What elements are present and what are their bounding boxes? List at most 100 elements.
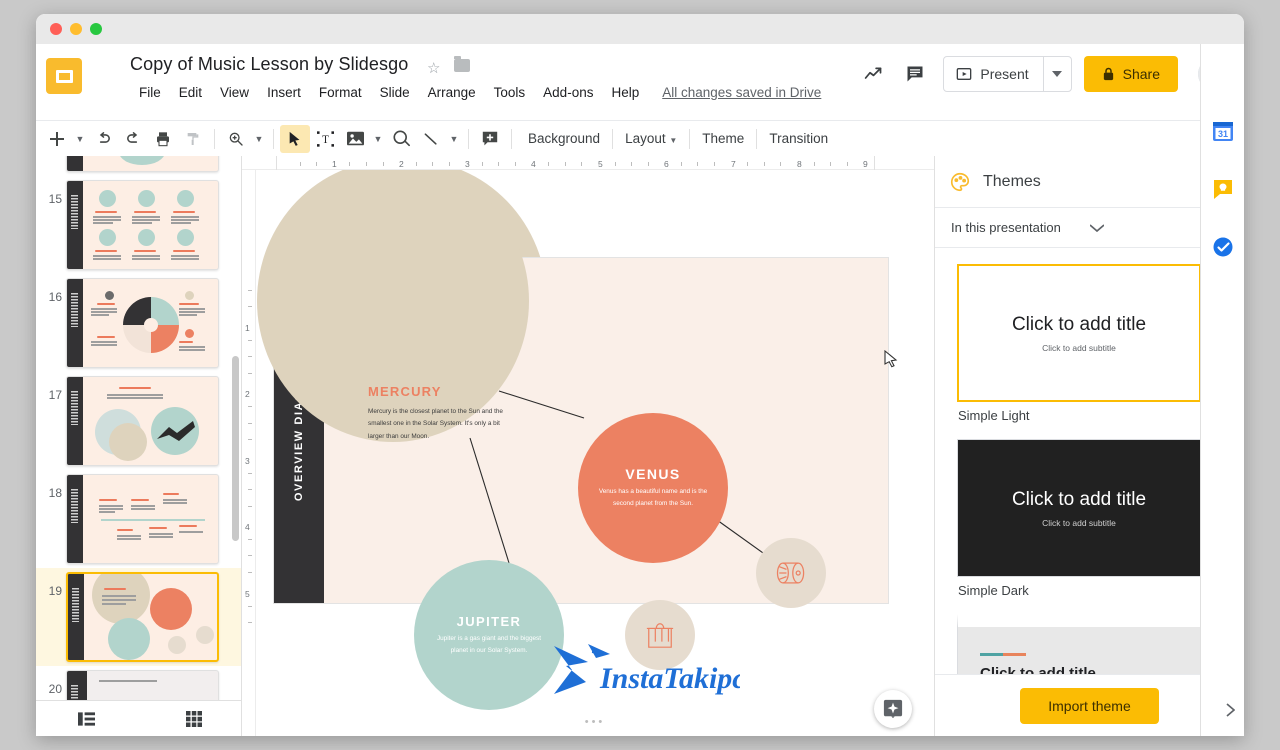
undo-button[interactable] — [88, 125, 118, 153]
slide-thumbnail[interactable] — [66, 156, 219, 172]
filmstrip-view-icon[interactable] — [66, 705, 106, 733]
new-slide-caret-icon[interactable]: ▼ — [72, 125, 88, 153]
slide-editing-surface[interactable]: OVERVIEW DIAGRAM MERCURY Mercury is the … — [256, 170, 934, 736]
image-caret-icon[interactable]: ▼ — [370, 125, 386, 153]
share-button[interactable]: Share — [1083, 56, 1178, 92]
background-button[interactable]: Background — [518, 127, 610, 150]
list-item-selected[interactable]: 19 — [36, 568, 241, 666]
current-slide[interactable]: OVERVIEW DIAGRAM MERCURY Mercury is the … — [257, 170, 888, 710]
slide-number: 16 — [48, 290, 62, 304]
menu-slide[interactable]: Slide — [371, 82, 419, 103]
theme-button[interactable]: Theme — [692, 127, 754, 150]
new-slide-button[interactable] — [42, 125, 72, 153]
menu-format[interactable]: Format — [310, 82, 371, 103]
menu-edit[interactable]: Edit — [170, 82, 211, 103]
paint-format-button[interactable] — [178, 125, 208, 153]
print-button[interactable] — [148, 125, 178, 153]
google-slides-logo — [46, 58, 82, 94]
menu-tools[interactable]: Tools — [485, 82, 535, 103]
window-maximize-button[interactable] — [90, 23, 102, 35]
menu-help[interactable]: Help — [602, 82, 648, 103]
list-item[interactable]: 18 — [36, 470, 241, 568]
theme-card-simple-light[interactable]: Click to add title Click to add subtitle — [957, 264, 1201, 402]
slide-thumbnail[interactable] — [66, 376, 219, 466]
layout-button[interactable]: Layout ▼ — [615, 127, 687, 150]
save-status-link[interactable]: All changes saved in Drive — [662, 85, 821, 100]
theme-name-simple-dark: Simple Dark — [958, 583, 1029, 598]
mercury-body: Mercury is the closest planet to the Sun… — [368, 408, 503, 440]
google-tasks-icon[interactable] — [1211, 235, 1235, 259]
theme-title-placeholder: Click to add title — [1011, 488, 1147, 510]
redo-button[interactable] — [118, 125, 148, 153]
google-keep-icon[interactable] — [1211, 177, 1235, 201]
drum-icon-circle[interactable] — [756, 538, 826, 608]
import-theme-button[interactable]: Import theme — [1020, 687, 1159, 724]
themes-section-selector[interactable]: In this presentation — [935, 208, 1244, 248]
grid-view-icon[interactable] — [174, 705, 214, 733]
text-box-button[interactable]: T — [310, 125, 340, 153]
slide-canvas-area: 1 2 3 4 5 6 7 8 9 1 2 3 4 5 OVERVIEW DIA… — [242, 156, 934, 736]
menu-file[interactable]: File — [130, 82, 170, 103]
menu-insert[interactable]: Insert — [258, 82, 310, 103]
list-item[interactable]: 20 — [36, 666, 241, 700]
present-button[interactable]: Present — [944, 57, 1042, 91]
share-label: Share — [1122, 66, 1160, 82]
list-item[interactable]: 16 — [36, 274, 241, 372]
svg-text:31: 31 — [1217, 129, 1227, 139]
filmstrip-scroll-area[interactable]: 15 16 17 18 19 20 — [36, 156, 241, 700]
expand-rail-icon[interactable] — [1218, 698, 1242, 722]
star-icon[interactable]: ☆ — [427, 59, 440, 77]
add-comment-button[interactable] — [475, 125, 505, 153]
line-button[interactable] — [416, 125, 446, 153]
slide-thumbnail[interactable] — [66, 278, 219, 368]
folder-icon[interactable] — [454, 56, 470, 72]
desktop-background: Copy of Music Lesson by Slidesgo ☆ File … — [0, 0, 1280, 750]
venus-body: Venus has a beautiful name and is the se… — [598, 488, 708, 507]
app-header: Copy of Music Lesson by Slidesgo ☆ File … — [36, 44, 1244, 120]
filmstrip-scrollbar[interactable] — [232, 356, 239, 541]
comment-icon[interactable] — [897, 56, 933, 92]
window-minimize-button[interactable] — [70, 23, 82, 35]
explore-button[interactable] — [874, 690, 912, 728]
lock-icon — [1103, 67, 1113, 80]
line-caret-icon[interactable]: ▼ — [446, 125, 462, 153]
menu-view[interactable]: View — [211, 82, 258, 103]
theme-card-simple-dark[interactable]: Click to add title Click to add subtitle — [957, 439, 1201, 577]
document-title[interactable]: Copy of Music Lesson by Slidesgo — [130, 54, 408, 75]
mercury-text-block[interactable]: MERCURY Mercury is the closest planet to… — [368, 384, 508, 443]
window-close-button[interactable] — [50, 23, 62, 35]
svg-text:InstaTakipci: InstaTakipci — [599, 662, 740, 695]
vertical-ruler[interactable]: 1 2 3 4 5 — [242, 170, 256, 736]
list-item[interactable]: 15 — [36, 176, 241, 274]
insert-image-button[interactable] — [340, 125, 370, 153]
activity-trend-icon[interactable] — [855, 56, 891, 92]
list-item[interactable] — [36, 156, 241, 176]
slide-number: 19 — [48, 584, 62, 598]
themes-list[interactable]: Click to add title Click to add subtitle… — [935, 248, 1244, 674]
slide-thumbnail[interactable] — [66, 474, 219, 564]
horizontal-ruler[interactable]: 1 2 3 4 5 6 7 8 9 — [242, 156, 934, 170]
window-title-bar — [36, 14, 1244, 44]
shape-button[interactable] — [386, 125, 416, 153]
select-tool-button[interactable] — [280, 124, 310, 153]
menu-arrange[interactable]: Arrange — [419, 82, 485, 103]
zoom-caret-icon[interactable]: ▼ — [251, 125, 267, 153]
theme-card-third[interactable]: Click to add title Click to add subtitle — [957, 614, 1201, 674]
jupiter-body: Jupiter is a gas giant and the biggest p… — [436, 634, 542, 654]
theme-subtitle-placeholder: Click to add subtitle — [1042, 517, 1116, 528]
transition-button[interactable]: Transition — [759, 127, 838, 150]
palette-icon — [949, 171, 971, 193]
slide-thumbnail-selected[interactable] — [66, 572, 219, 662]
themes-panel: Themes In this presentation Click to add… — [934, 156, 1244, 736]
menu-add-ons[interactable]: Add-ons — [534, 82, 602, 103]
google-calendar-icon[interactable]: 31 — [1211, 119, 1235, 143]
zoom-button[interactable] — [221, 125, 251, 153]
theme-title-placeholder: Click to add title — [1011, 313, 1147, 335]
jupiter-circle[interactable]: JUPITER Jupiter is a gas giant and the b… — [414, 560, 564, 710]
instatakipci-watermark: InstaTakipci — [548, 640, 740, 700]
present-dropdown-caret[interactable] — [1042, 57, 1071, 91]
slide-thumbnail[interactable] — [66, 180, 219, 270]
slide-thumbnail[interactable] — [66, 670, 219, 700]
venus-circle[interactable]: VENUS Venus has a beautiful name and is … — [578, 413, 728, 563]
list-item[interactable]: 17 — [36, 372, 241, 470]
